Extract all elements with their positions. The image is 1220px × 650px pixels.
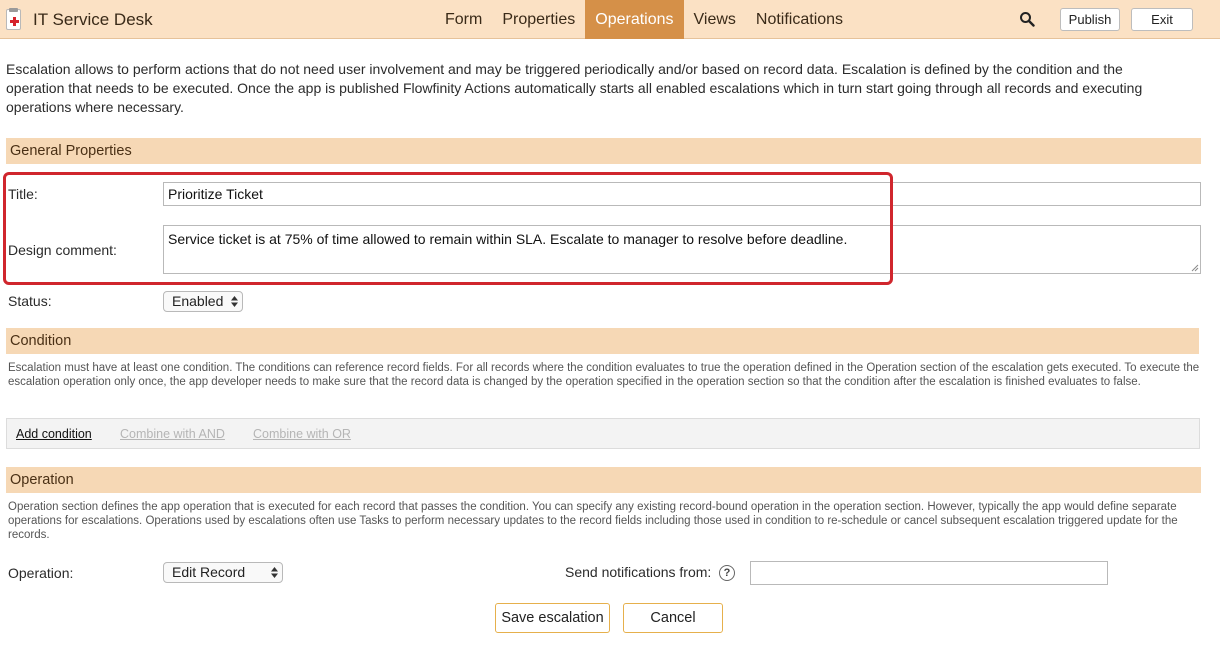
status-select[interactable]: Enabled <box>163 291 243 312</box>
combine-and-link[interactable]: Combine with AND <box>120 427 225 441</box>
tab-views[interactable]: Views <box>684 0 746 39</box>
app-title: IT Service Desk <box>33 10 153 29</box>
tab-properties[interactable]: Properties <box>492 0 585 39</box>
tab-operations[interactable]: Operations <box>585 0 684 39</box>
status-label: Status: <box>8 293 52 309</box>
operation-label: Operation: <box>8 565 74 581</box>
help-icon[interactable]: ? <box>719 565 735 581</box>
general-properties-header: General Properties <box>6 138 1201 164</box>
combine-or-link[interactable]: Combine with OR <box>253 427 351 441</box>
tab-form[interactable]: Form <box>435 0 492 39</box>
status-select-value: Enabled <box>172 293 224 309</box>
resize-grip-icon[interactable] <box>1191 264 1199 272</box>
tab-notifications[interactable]: Notifications <box>746 0 853 39</box>
operation-header: Operation <box>6 467 1201 493</box>
updown-arrows-icon <box>231 296 238 307</box>
add-condition-link[interactable]: Add condition <box>16 427 92 441</box>
highlight-box <box>3 172 893 285</box>
send-notifications-label: Send notifications from: <box>565 564 712 580</box>
medical-kit-icon <box>6 8 21 30</box>
condition-header: Condition <box>6 328 1199 354</box>
condition-description: Escalation must have at least one condit… <box>8 362 1200 388</box>
intro-text: Escalation allows to perform actions tha… <box>6 61 1143 115</box>
condition-toolbar: Add condition Combine with AND Combine w… <box>6 418 1200 449</box>
cancel-button[interactable]: Cancel <box>623 603 723 633</box>
exit-button[interactable]: Exit <box>1131 8 1193 31</box>
send-notifications-input[interactable] <box>750 561 1108 585</box>
operation-select[interactable]: Edit Record <box>163 562 283 583</box>
publish-button[interactable]: Publish <box>1060 8 1120 31</box>
main-nav: Form Properties Operations Views Notific… <box>435 0 853 39</box>
save-escalation-button[interactable]: Save escalation <box>495 603 610 633</box>
updown-arrows-icon <box>271 567 278 578</box>
operation-description: Operation section defines the app operat… <box>8 501 1178 541</box>
top-bar: IT Service Desk Form Properties Operatio… <box>0 0 1220 39</box>
operation-select-value: Edit Record <box>172 564 246 580</box>
search-icon[interactable] <box>1019 11 1035 27</box>
